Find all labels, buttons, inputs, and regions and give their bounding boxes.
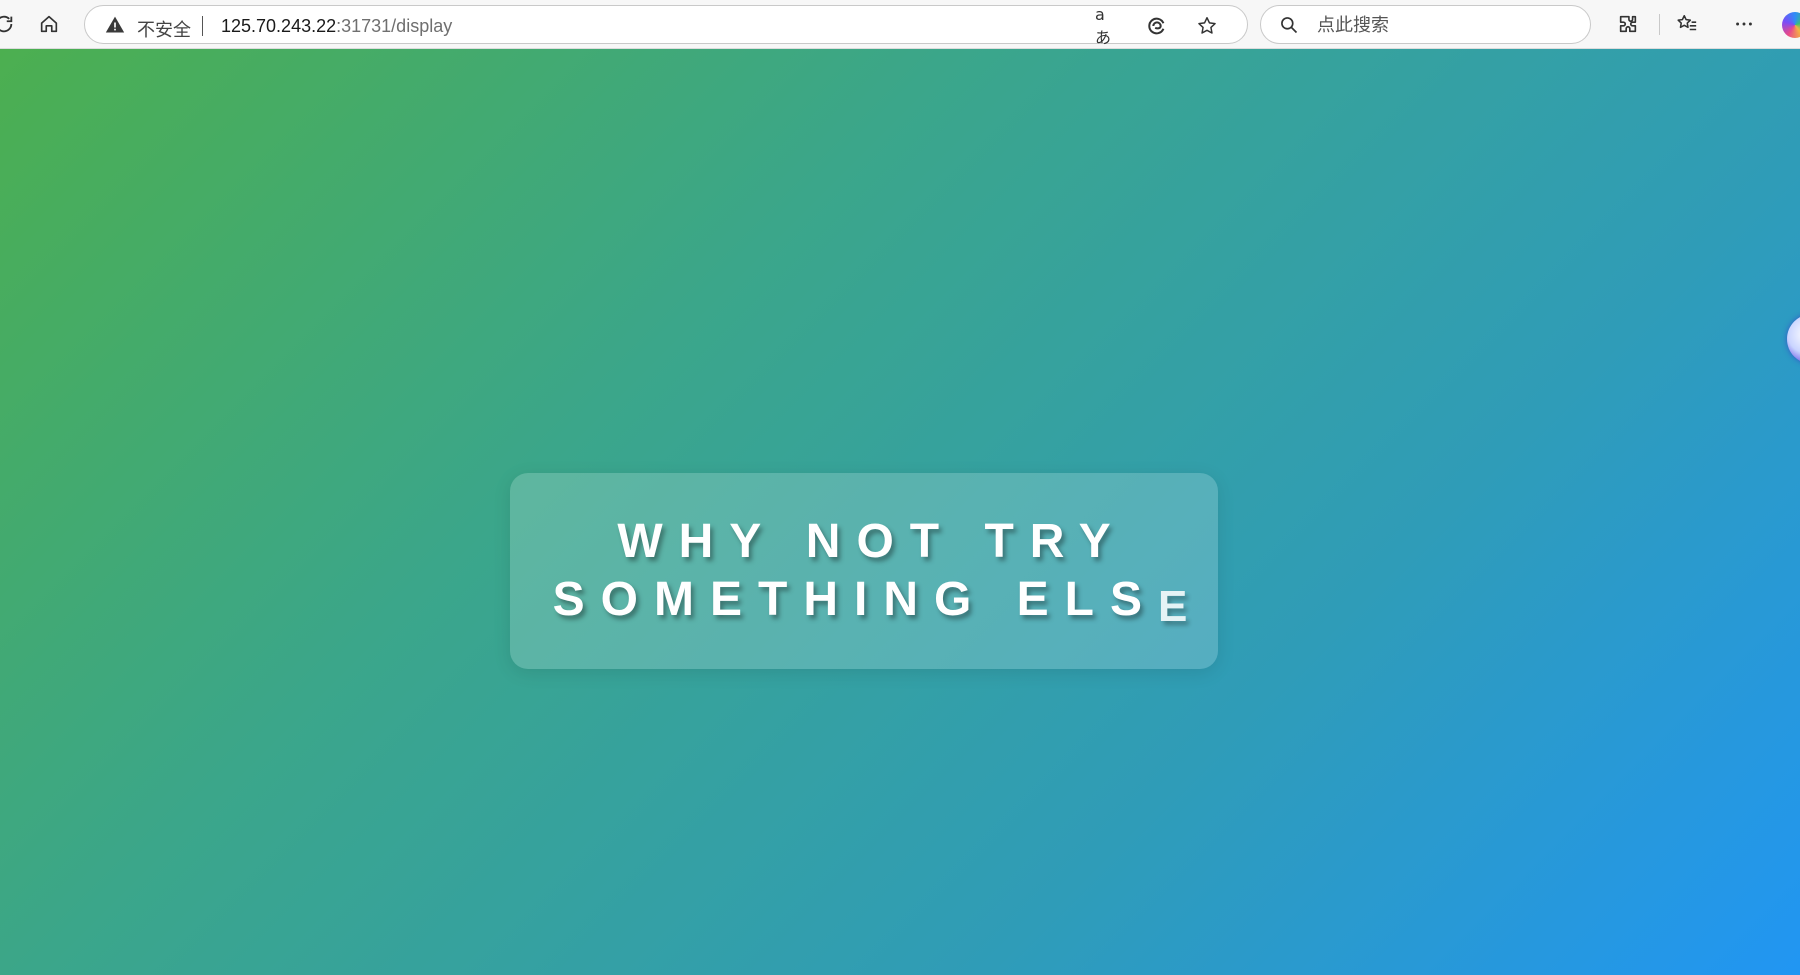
floating-assistant-icon[interactable] [1787,314,1800,364]
copilot-icon[interactable] [1782,12,1800,38]
home-icon[interactable] [33,8,65,40]
url-host: 125.70.243.22 [221,16,337,36]
search-input[interactable] [1317,14,1577,36]
browser-toolbar: 不安全 125.70.243.22:31731/display aあ [0,0,1800,49]
address-separator [202,16,203,36]
translate-icon[interactable]: aあ [1095,5,1119,47]
url-text[interactable]: 125.70.243.22:31731/display [221,16,452,37]
message-line-2-last-letter: E [1158,581,1188,631]
warning-icon[interactable] [105,15,125,35]
message-line-1: WHY NOT TRY [617,514,1127,568]
message-line-2: SOMETHING ELSE [552,571,1188,631]
address-bar[interactable]: 不安全 125.70.243.22:31731/display aあ [84,5,1248,47]
extensions-icon[interactable] [1612,8,1644,40]
message-line-2-main: SOMETHING ELS [552,572,1158,626]
search-box[interactable] [1260,5,1591,44]
edge-refresh-icon[interactable] [1145,14,1169,38]
reload-icon[interactable] [0,8,20,40]
favorites-icon[interactable] [1671,8,1703,40]
url-path: :31731/display [336,16,453,36]
more-icon[interactable] [1728,8,1760,40]
message-card: WHY NOT TRY SOMETHING ELSE [510,473,1218,669]
toolbar-divider [1659,14,1660,35]
search-icon [1281,17,1298,34]
security-label[interactable]: 不安全 [137,16,191,42]
page-content: WHY NOT TRY SOMETHING ELSE [0,49,1800,975]
star-icon[interactable] [1195,14,1219,38]
